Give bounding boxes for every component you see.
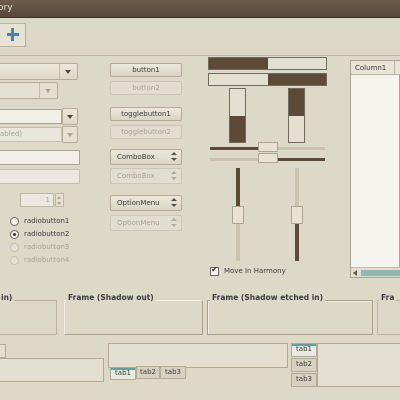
progress-bar-v1 (229, 88, 246, 143)
spin-stepper[interactable] (55, 193, 64, 207)
vscale-1[interactable] (232, 168, 244, 261)
notebook-right-panel (317, 343, 400, 387)
plus-icon (6, 27, 20, 43)
progress-fill (289, 89, 304, 116)
radio-indicator[interactable] (10, 256, 19, 265)
combo-entry-1-arrow[interactable] (62, 108, 78, 125)
progress-bar-v2 (288, 88, 305, 143)
frame-shadow-in-label: in) (0, 293, 15, 302)
frame-shadow-etched-out (377, 300, 400, 335)
button-1[interactable]: button1 (110, 63, 182, 77)
combo-box-2[interactable] (0, 82, 58, 99)
combobox-button-2[interactable]: ComboBox (110, 168, 182, 184)
notebook-left-panel (0, 358, 104, 382)
hscale-1[interactable] (210, 142, 325, 152)
radio-indicator[interactable] (10, 243, 19, 252)
frame-shadow-etched-in (207, 300, 373, 335)
tab-1[interactable]: tab1 (110, 367, 136, 380)
notebook-bottom-panel (108, 343, 288, 368)
button-2[interactable]: button2 (110, 81, 182, 95)
tab-2[interactable]: tab2 (136, 366, 160, 379)
spin-button[interactable]: 1 (0, 193, 64, 207)
move-in-harmony-checkbox[interactable]: ✔ (210, 265, 219, 276)
column-header-filler (395, 61, 400, 75)
toggle-button-1[interactable]: togglebutton1 (110, 107, 182, 121)
option-menu-1[interactable]: OptionMenu (110, 195, 182, 211)
combo-dropdown-arrow[interactable] (39, 83, 57, 98)
chevron-left-icon[interactable] (353, 270, 357, 276)
scale-slider[interactable] (257, 142, 278, 152)
checkmark-icon: ✔ (211, 265, 218, 274)
move-in-harmony-label: Move In Harmony (224, 267, 286, 275)
updown-icon (170, 218, 178, 228)
chevron-up-icon (57, 196, 61, 199)
combo-entry-1[interactable] (0, 109, 62, 124)
toolbar (0, 18, 400, 56)
horizontal-scrollbar[interactable] (351, 267, 400, 277)
title-bar[interactable]: ory (0, 0, 400, 18)
progress-fill (230, 115, 245, 142)
combo-box-1[interactable] (0, 63, 78, 80)
chevron-down-icon (67, 133, 73, 137)
frame-shadow-out (64, 300, 203, 335)
combo-dropdown-arrow[interactable] (59, 64, 77, 79)
combobox-button-1[interactable]: ComboBox (110, 149, 182, 165)
combo-entry-2-arrow[interactable] (62, 126, 78, 143)
tab-left-1[interactable]: tab1 (291, 343, 317, 357)
combo-entry-2[interactable]: abled) (0, 127, 62, 142)
hscale-2[interactable] (210, 153, 325, 163)
scrollbar-thumb[interactable] (361, 270, 400, 276)
tab-3[interactable]: tab3 (160, 366, 186, 379)
progress-bar-h1 (208, 57, 327, 70)
window-title: ory (0, 3, 13, 13)
scale-slider[interactable] (291, 205, 303, 224)
option-menu-2[interactable]: OptionMenu (110, 215, 182, 231)
toggle-button-2[interactable]: togglebutton2 (110, 125, 182, 139)
chevron-down-icon (45, 89, 51, 93)
notebook-left-tab[interactable] (0, 344, 6, 358)
updown-icon (170, 198, 178, 208)
entry-1[interactable] (0, 150, 80, 165)
tree-view[interactable]: Column1 (350, 60, 400, 278)
column-header-1[interactable]: Column1 (351, 61, 395, 75)
radio-indicator[interactable] (10, 230, 19, 239)
radio-indicator[interactable] (10, 217, 19, 226)
frame-shadow-etched-out-label: Fra (379, 293, 397, 302)
chevron-down-icon (57, 202, 61, 205)
frame-shadow-etched-in-label: Frame (Shadow etched in) (210, 293, 326, 302)
frame-shadow-out-label: Frame (Shadow out) (66, 293, 156, 302)
spin-field[interactable]: 1 (20, 193, 54, 207)
entry-2[interactable] (0, 169, 80, 184)
chevron-down-icon (65, 70, 71, 74)
chevron-down-icon (67, 115, 73, 119)
vscale-2[interactable] (291, 168, 303, 261)
scale-slider[interactable] (257, 153, 278, 163)
frame-shadow-in (0, 300, 57, 335)
progress-bar-h2 (208, 73, 327, 86)
progress-fill (209, 58, 268, 69)
scale-slider[interactable] (232, 205, 244, 224)
progress-fill (267, 74, 326, 85)
tab-left-3[interactable]: tab3 (291, 373, 317, 387)
tab-left-2[interactable]: tab2 (291, 358, 317, 372)
updown-icon (170, 171, 178, 181)
add-button[interactable] (0, 23, 26, 47)
updown-icon (170, 152, 178, 162)
